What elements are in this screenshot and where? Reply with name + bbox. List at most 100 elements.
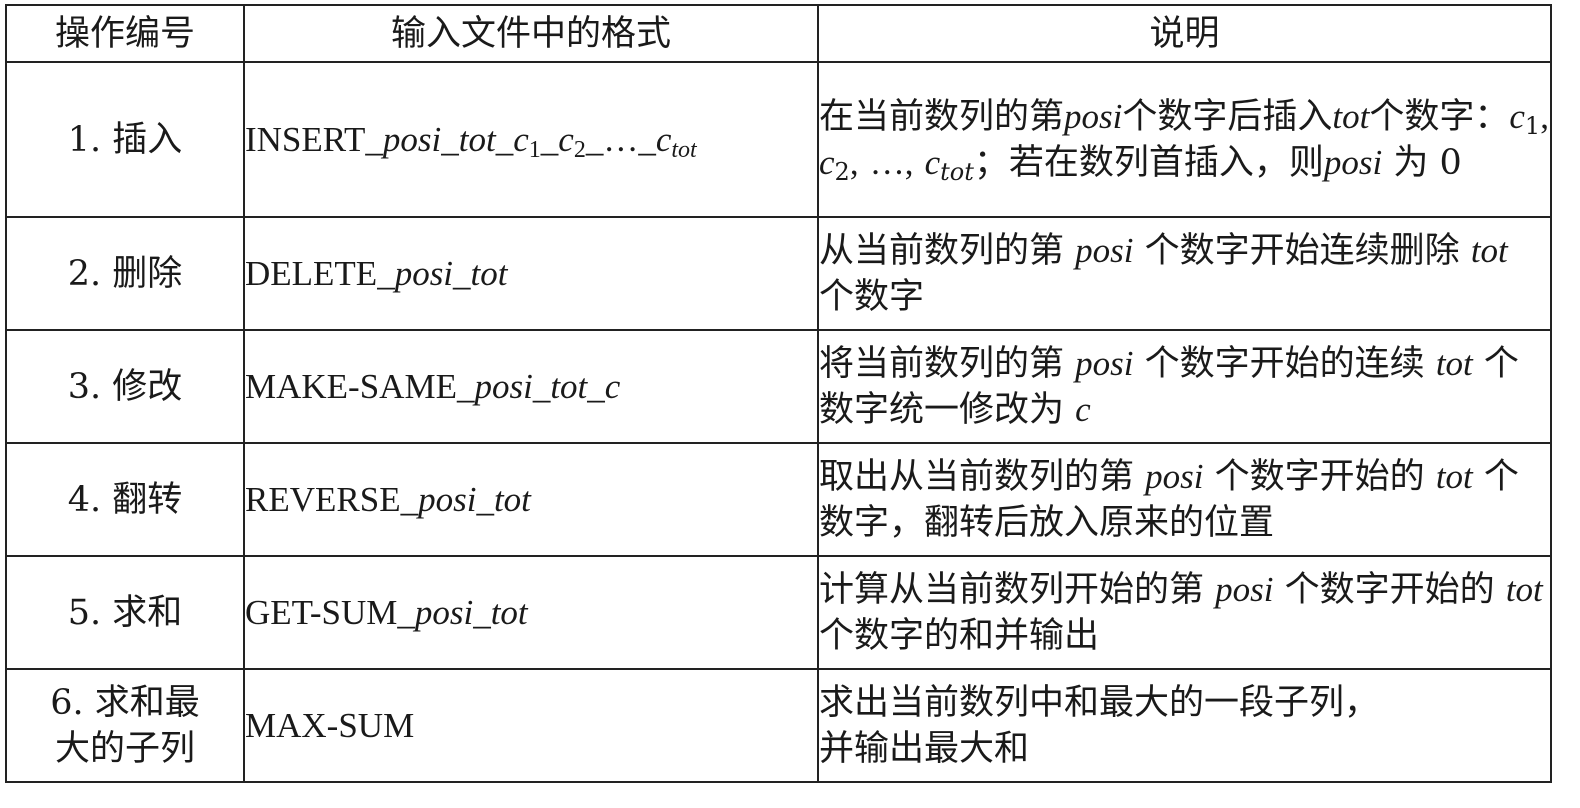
op-number-cell: 4. 翻转 — [5, 442, 245, 557]
separator: _ — [476, 479, 494, 519]
var-posi: posi — [1323, 142, 1383, 182]
separator: _ — [397, 592, 415, 632]
var-tot: tot — [490, 592, 528, 632]
subscript: tot — [671, 136, 697, 163]
separator: _ — [400, 479, 419, 519]
var-c: c — [655, 119, 672, 159]
op-number-cell: 3. 修改 — [5, 329, 245, 444]
table-row-make-same: 3. 修改 MAKE-SAME_posi_tot_c 将当前数列的第 posi … — [5, 329, 1552, 444]
separator: _ — [585, 119, 604, 159]
var-tot: tot — [1435, 343, 1473, 383]
command-name: REVERSE — [245, 479, 401, 519]
op-number-line: 大的子列 — [54, 728, 195, 769]
format-cell: MAX-SUM — [243, 668, 819, 783]
var-tot: tot — [470, 253, 508, 293]
table-row-reverse: 4. 翻转 REVERSE_posi_tot 取出从当前数列的第 posi 个数… — [5, 442, 1552, 557]
op-number-line: 6. 求和最 — [50, 682, 200, 723]
description-cell: 将当前数列的第 posi 个数字开始的连续 tot 个数字统一修改为 c — [817, 329, 1552, 444]
var-posi: posi — [418, 479, 477, 519]
var-posi: posi — [474, 366, 533, 406]
desc-line: 求出当前数列中和最大的一段子列， — [819, 682, 1380, 723]
op-number-cell: 2. 删除 — [5, 216, 245, 331]
subscript: 2 — [834, 157, 850, 186]
command-name: INSERT — [245, 119, 366, 159]
header-op-number: 操作编号 — [5, 4, 245, 63]
var-posi: posi — [382, 119, 442, 159]
separator: _ — [365, 119, 383, 159]
separator: _ — [587, 366, 605, 406]
var-c: c — [604, 366, 621, 406]
ellipsis: … — [603, 119, 639, 159]
desc-text: 取出从当前数列的第 — [819, 456, 1135, 497]
header-description: 说明 — [817, 4, 1552, 63]
comma: , — [849, 142, 859, 182]
desc-text: 计算从当前数列开始的第 — [819, 569, 1205, 610]
var-tot: tot — [1505, 569, 1543, 609]
subscript: tot — [940, 157, 974, 186]
var-c: c — [819, 142, 835, 182]
table-row-get-sum: 5. 求和 GET-SUM_posi_tot 计算从当前数列开始的第 posi … — [5, 555, 1552, 670]
desc-text: 个数字 — [819, 276, 925, 317]
var-tot: tot — [1332, 96, 1370, 136]
header-input-format: 输入文件中的格式 — [243, 4, 819, 63]
separator: _ — [453, 253, 471, 293]
subscript: 1 — [1524, 111, 1541, 140]
desc-line: 并输出最大和 — [819, 728, 1030, 769]
var-c: c — [513, 119, 529, 159]
op-number-cell: 6. 求和最 大的子列 — [5, 668, 245, 783]
format-cell: MAKE-SAME_posi_tot_c — [243, 329, 819, 444]
subscript: 1 — [528, 136, 541, 163]
op-number-cell: 5. 求和 — [5, 555, 245, 670]
command-name: DELETE — [245, 253, 378, 293]
desc-text: 个数字开始的 — [1284, 569, 1495, 610]
desc-text: ；若在数列首插入，则 — [973, 142, 1324, 183]
var-c: c — [1075, 389, 1091, 429]
subscript: 2 — [573, 136, 586, 163]
description-cell: 取出从当前数列的第 posi 个数字开始的 tot 个数字，翻转后放入原来的位置 — [817, 442, 1552, 557]
desc-text: 为 0 — [1393, 142, 1462, 183]
var-tot: tot — [493, 479, 531, 519]
description-cell: 计算从当前数列开始的第 posi 个数字开始的 tot 个数字的和并输出 — [817, 555, 1552, 670]
var-posi: posi — [414, 592, 474, 632]
op-number-cell: 1. 插入 — [5, 61, 245, 218]
var-c: c — [558, 119, 574, 159]
format-cell: GET-SUM_posi_tot — [243, 555, 819, 670]
separator: _ — [473, 592, 491, 632]
var-posi: posi — [1145, 456, 1204, 496]
comma: , — [904, 142, 914, 182]
separator: _ — [540, 119, 559, 159]
var-tot: tot — [1435, 456, 1473, 496]
separator: _ — [495, 119, 514, 159]
ellipsis: … — [869, 142, 905, 182]
format-cell: REVERSE_posi_tot — [243, 442, 819, 557]
description-cell: 从当前数列的第 posi 个数字开始连续删除 tot 个数字 — [817, 216, 1552, 331]
table-row-insert: 1. 插入 INSERT_posi_tot_c1_c2_…_ctot 在当前数列… — [5, 61, 1552, 218]
separator: _ — [532, 366, 551, 406]
var-posi: posi — [1075, 230, 1134, 270]
var-posi: posi — [1075, 343, 1134, 383]
command-name: MAX-SUM — [245, 705, 415, 745]
var-posi: posi — [394, 253, 454, 293]
separator: _ — [377, 253, 395, 293]
desc-text: 个数字的和并输出 — [819, 615, 1100, 656]
var-tot: tot — [550, 366, 588, 406]
separator: _ — [638, 119, 656, 159]
separator: _ — [441, 119, 459, 159]
desc-text: 个数字开始连续删除 — [1144, 230, 1460, 271]
desc-text: 从当前数列的第 — [819, 230, 1065, 271]
var-c: c — [924, 142, 941, 182]
desc-text: 个数字开始的连续 — [1144, 343, 1425, 384]
separator: _ — [456, 366, 475, 406]
var-tot: tot — [1470, 230, 1508, 270]
var-posi: posi — [1215, 569, 1274, 609]
desc-text: 个数字： — [1369, 96, 1510, 137]
table-row-max-sum: 6. 求和最 大的子列 MAX-SUM 求出当前数列中和最大的一段子列， 并输出最大… — [5, 668, 1552, 783]
format-cell: INSERT_posi_tot_c1_c2_…_ctot — [243, 61, 819, 218]
comma: , — [1540, 96, 1549, 136]
var-c: c — [1509, 96, 1525, 136]
table-row-delete: 2. 删除 DELETE_posi_tot 从当前数列的第 posi 个数字开始… — [5, 216, 1552, 331]
operations-table: 操作编号 输入文件中的格式 说明 1. 插入 INSERT_posi_tot_c… — [5, 4, 1552, 783]
description-cell: 在当前数列的第posi个数字后插入tot个数字：c1, c2, …, ctot；… — [817, 61, 1552, 218]
format-cell: DELETE_posi_tot — [243, 216, 819, 331]
description-cell: 求出当前数列中和最大的一段子列， 并输出最大和 — [817, 668, 1552, 783]
